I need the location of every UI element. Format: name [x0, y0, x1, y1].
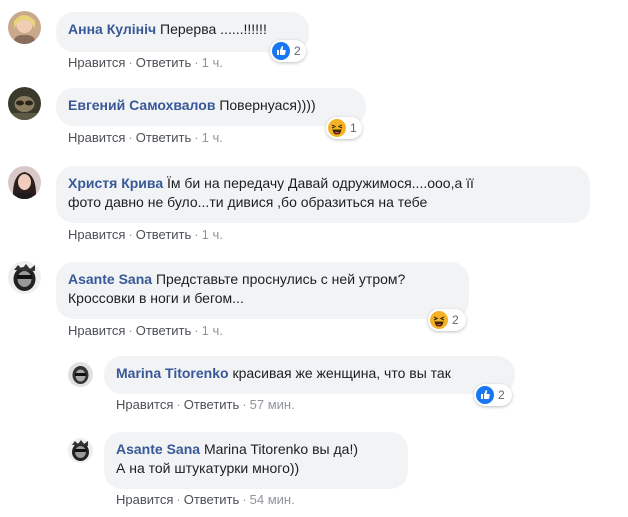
- separator: ·: [128, 130, 133, 145]
- reaction-count: 2: [498, 388, 505, 402]
- like-link[interactable]: Нравится: [68, 55, 125, 70]
- comment-text: фото давно не було...ти дивися ,бо образ…: [68, 194, 428, 210]
- comment-author[interactable]: Marina Titorenko: [116, 365, 229, 381]
- separator: ·: [128, 323, 133, 338]
- comment-bubble: Евгений Самохвалов Повернуася)))): [56, 88, 366, 126]
- comment-author[interactable]: Анна Кулініч: [68, 21, 156, 37]
- comment-text: Marina Titorenko вы да!): [203, 441, 358, 457]
- comment-actions: Нравится · Ответить · 57 мин.: [116, 397, 295, 412]
- comment-text: Кроссовки в ноги и бегом...: [68, 290, 244, 306]
- comment-time[interactable]: 1 ч.: [202, 323, 223, 338]
- reply-link[interactable]: Ответить: [136, 130, 192, 145]
- reply-link[interactable]: Ответить: [184, 492, 240, 507]
- reaction-count: 1: [350, 121, 357, 135]
- separator: ·: [242, 397, 247, 412]
- comment-time[interactable]: 54 мин.: [250, 492, 295, 507]
- reaction-count: 2: [294, 44, 301, 58]
- like-icon: [476, 386, 494, 404]
- comment-bubble: Asante Sana Представьте проснулись с ней…: [56, 262, 469, 319]
- comment-time[interactable]: 57 мин.: [250, 397, 295, 412]
- comment-text: Їм би на передачу Давай одружимося....оо…: [167, 175, 474, 191]
- separator: ·: [242, 492, 247, 507]
- separator: ·: [176, 397, 181, 412]
- separator: ·: [128, 55, 133, 70]
- comment-text: А на той штукатурки много)): [116, 460, 300, 476]
- reaction-count: 2: [452, 313, 459, 327]
- comment-text: Представьте проснулись с ней утром?: [155, 271, 406, 287]
- separator: ·: [194, 130, 199, 145]
- separator: ·: [176, 492, 181, 507]
- comment-text: красивая же женщина, что вы так: [232, 365, 451, 381]
- avatar[interactable]: [8, 87, 41, 120]
- reply-link[interactable]: Ответить: [136, 227, 192, 242]
- like-link[interactable]: Нравится: [116, 397, 173, 412]
- like-link[interactable]: Нравится: [68, 323, 125, 338]
- comment-time[interactable]: 1 ч.: [202, 55, 223, 70]
- reaction-badge[interactable]: 2: [428, 309, 466, 331]
- reaction-badge[interactable]: 1: [326, 117, 362, 139]
- comment-bubble: Marina Titorenko красивая же женщина, чт…: [104, 356, 515, 394]
- comment-line: Asante Sana Представьте проснулись с ней…: [68, 270, 457, 289]
- avatar[interactable]: [8, 261, 41, 294]
- like-link[interactable]: Нравится: [116, 492, 173, 507]
- avatar[interactable]: [68, 438, 93, 463]
- like-link[interactable]: Нравится: [68, 130, 125, 145]
- reply-link[interactable]: Ответить: [136, 55, 192, 70]
- comment-actions: Нравится · Ответить · 1 ч.: [68, 227, 223, 242]
- comment-bubble: Asante Sana Marina Titorenko вы да!) А н…: [104, 432, 408, 489]
- separator: ·: [194, 323, 199, 338]
- comment-author[interactable]: Христя Крива: [68, 175, 163, 191]
- comment-author[interactable]: Asante Sana: [68, 271, 152, 287]
- like-link[interactable]: Нравится: [68, 227, 125, 242]
- reply-link[interactable]: Ответить: [184, 397, 240, 412]
- comment-line: Asante Sana Marina Titorenko вы да!): [116, 440, 396, 459]
- comment-actions: Нравится · Ответить · 1 ч.: [68, 55, 223, 70]
- comment-actions: Нравится · Ответить · 1 ч.: [68, 130, 223, 145]
- haha-icon: [328, 119, 346, 137]
- comment-time[interactable]: 1 ч.: [202, 130, 223, 145]
- comment-actions: Нравится · Ответить · 1 ч.: [68, 323, 223, 338]
- separator: ·: [194, 55, 199, 70]
- avatar[interactable]: [68, 362, 93, 387]
- comment-actions: Нравится · Ответить · 54 мин.: [116, 492, 295, 507]
- comment-bubble: Христя Крива Їм би на передачу Давай одр…: [56, 166, 590, 223]
- haha-icon: [430, 311, 448, 329]
- comment-author[interactable]: Евгений Самохвалов: [68, 97, 215, 113]
- comment-text: Повернуася)))): [219, 97, 316, 113]
- separator: ·: [194, 227, 199, 242]
- like-icon: [272, 42, 290, 60]
- reaction-badge[interactable]: 2: [474, 384, 512, 406]
- comment-line: Христя Крива Їм би на передачу Давай одр…: [68, 174, 578, 193]
- comment-time[interactable]: 1 ч.: [202, 227, 223, 242]
- avatar[interactable]: [8, 11, 41, 44]
- reaction-badge[interactable]: 2: [270, 40, 306, 62]
- comment-author[interactable]: Asante Sana: [116, 441, 200, 457]
- reply-link[interactable]: Ответить: [136, 323, 192, 338]
- avatar[interactable]: [8, 166, 41, 199]
- comment-text: Перерва ......!!!!!!: [160, 21, 267, 37]
- separator: ·: [128, 227, 133, 242]
